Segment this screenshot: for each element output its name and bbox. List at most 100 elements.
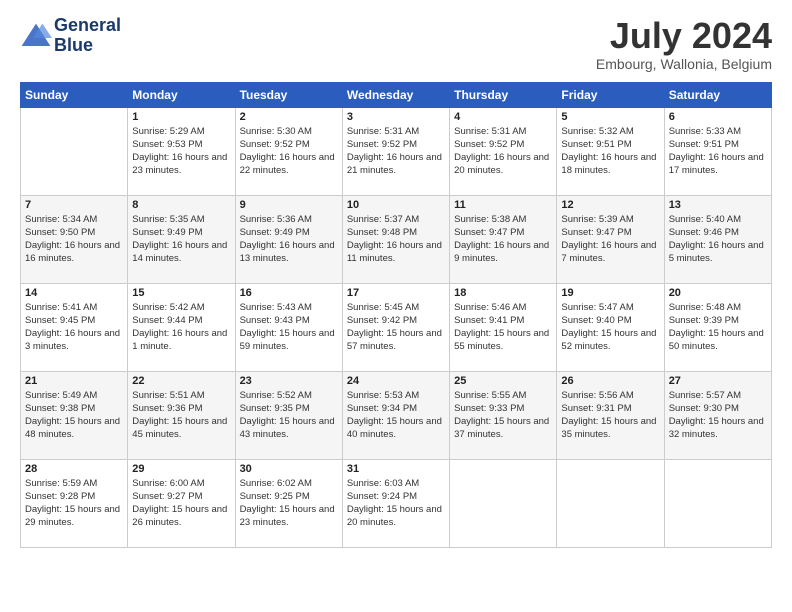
col-monday: Monday <box>128 82 235 107</box>
table-row: 6 Sunrise: 5:33 AMSunset: 9:51 PMDayligh… <box>664 107 771 195</box>
location: Embourg, Wallonia, Belgium <box>596 56 772 72</box>
table-row: 11 Sunrise: 5:38 AMSunset: 9:47 PMDaylig… <box>450 195 557 283</box>
calendar-header-row: Sunday Monday Tuesday Wednesday Thursday… <box>21 82 772 107</box>
table-row: 15 Sunrise: 5:42 AMSunset: 9:44 PMDaylig… <box>128 283 235 371</box>
day-number: 17 <box>347 287 445 299</box>
table-row: 1 Sunrise: 5:29 AMSunset: 9:53 PMDayligh… <box>128 107 235 195</box>
day-info: Sunrise: 5:57 AMSunset: 9:30 PMDaylight:… <box>669 390 764 441</box>
day-info: Sunrise: 5:38 AMSunset: 9:47 PMDaylight:… <box>454 214 549 265</box>
table-row <box>664 459 771 547</box>
day-info: Sunrise: 5:32 AMSunset: 9:51 PMDaylight:… <box>561 126 656 177</box>
day-info: Sunrise: 5:41 AMSunset: 9:45 PMDaylight:… <box>25 302 120 353</box>
month-title: July 2024 <box>596 16 772 56</box>
day-number: 12 <box>561 199 659 211</box>
page-container: General Blue July 2024 Embourg, Wallonia… <box>0 0 792 558</box>
day-info: Sunrise: 5:39 AMSunset: 9:47 PMDaylight:… <box>561 214 656 265</box>
col-thursday: Thursday <box>450 82 557 107</box>
day-number: 16 <box>240 287 338 299</box>
calendar-week-row: 14 Sunrise: 5:41 AMSunset: 9:45 PMDaylig… <box>21 283 772 371</box>
day-number: 2 <box>240 111 338 123</box>
day-number: 10 <box>347 199 445 211</box>
logo: General Blue <box>20 16 121 56</box>
day-number: 20 <box>669 287 767 299</box>
day-number: 5 <box>561 111 659 123</box>
logo-icon <box>20 22 52 50</box>
day-info: Sunrise: 5:56 AMSunset: 9:31 PMDaylight:… <box>561 390 656 441</box>
table-row: 14 Sunrise: 5:41 AMSunset: 9:45 PMDaylig… <box>21 283 128 371</box>
day-info: Sunrise: 6:03 AMSunset: 9:24 PMDaylight:… <box>347 478 442 529</box>
table-row: 4 Sunrise: 5:31 AMSunset: 9:52 PMDayligh… <box>450 107 557 195</box>
table-row: 17 Sunrise: 5:45 AMSunset: 9:42 PMDaylig… <box>342 283 449 371</box>
calendar-week-row: 21 Sunrise: 5:49 AMSunset: 9:38 PMDaylig… <box>21 371 772 459</box>
day-number: 26 <box>561 375 659 387</box>
table-row <box>21 107 128 195</box>
day-info: Sunrise: 5:42 AMSunset: 9:44 PMDaylight:… <box>132 302 227 353</box>
day-info: Sunrise: 5:40 AMSunset: 9:46 PMDaylight:… <box>669 214 764 265</box>
day-info: Sunrise: 5:49 AMSunset: 9:38 PMDaylight:… <box>25 390 120 441</box>
table-row: 25 Sunrise: 5:55 AMSunset: 9:33 PMDaylig… <box>450 371 557 459</box>
day-number: 7 <box>25 199 123 211</box>
header-area: General Blue July 2024 Embourg, Wallonia… <box>20 16 772 72</box>
calendar-table: Sunday Monday Tuesday Wednesday Thursday… <box>20 82 772 548</box>
day-number: 1 <box>132 111 230 123</box>
col-friday: Friday <box>557 82 664 107</box>
day-info: Sunrise: 5:35 AMSunset: 9:49 PMDaylight:… <box>132 214 227 265</box>
table-row: 16 Sunrise: 5:43 AMSunset: 9:43 PMDaylig… <box>235 283 342 371</box>
table-row: 23 Sunrise: 5:52 AMSunset: 9:35 PMDaylig… <box>235 371 342 459</box>
day-number: 30 <box>240 463 338 475</box>
day-info: Sunrise: 5:30 AMSunset: 9:52 PMDaylight:… <box>240 126 335 177</box>
day-info: Sunrise: 5:43 AMSunset: 9:43 PMDaylight:… <box>240 302 335 353</box>
title-area: July 2024 Embourg, Wallonia, Belgium <box>596 16 772 72</box>
col-wednesday: Wednesday <box>342 82 449 107</box>
day-info: Sunrise: 5:53 AMSunset: 9:34 PMDaylight:… <box>347 390 442 441</box>
table-row: 5 Sunrise: 5:32 AMSunset: 9:51 PMDayligh… <box>557 107 664 195</box>
day-number: 19 <box>561 287 659 299</box>
day-info: Sunrise: 5:34 AMSunset: 9:50 PMDaylight:… <box>25 214 120 265</box>
table-row: 3 Sunrise: 5:31 AMSunset: 9:52 PMDayligh… <box>342 107 449 195</box>
day-number: 18 <box>454 287 552 299</box>
day-info: Sunrise: 5:31 AMSunset: 9:52 PMDaylight:… <box>347 126 442 177</box>
col-tuesday: Tuesday <box>235 82 342 107</box>
day-number: 6 <box>669 111 767 123</box>
day-number: 8 <box>132 199 230 211</box>
table-row: 26 Sunrise: 5:56 AMSunset: 9:31 PMDaylig… <box>557 371 664 459</box>
logo-text: General Blue <box>54 16 121 56</box>
day-number: 4 <box>454 111 552 123</box>
table-row: 29 Sunrise: 6:00 AMSunset: 9:27 PMDaylig… <box>128 459 235 547</box>
table-row: 19 Sunrise: 5:47 AMSunset: 9:40 PMDaylig… <box>557 283 664 371</box>
table-row: 8 Sunrise: 5:35 AMSunset: 9:49 PMDayligh… <box>128 195 235 283</box>
day-info: Sunrise: 5:31 AMSunset: 9:52 PMDaylight:… <box>454 126 549 177</box>
table-row: 18 Sunrise: 5:46 AMSunset: 9:41 PMDaylig… <box>450 283 557 371</box>
col-sunday: Sunday <box>21 82 128 107</box>
day-number: 28 <box>25 463 123 475</box>
day-number: 22 <box>132 375 230 387</box>
table-row: 22 Sunrise: 5:51 AMSunset: 9:36 PMDaylig… <box>128 371 235 459</box>
day-number: 21 <box>25 375 123 387</box>
calendar-week-row: 28 Sunrise: 5:59 AMSunset: 9:28 PMDaylig… <box>21 459 772 547</box>
day-number: 29 <box>132 463 230 475</box>
table-row: 28 Sunrise: 5:59 AMSunset: 9:28 PMDaylig… <box>21 459 128 547</box>
day-number: 27 <box>669 375 767 387</box>
day-info: Sunrise: 5:33 AMSunset: 9:51 PMDaylight:… <box>669 126 764 177</box>
table-row: 24 Sunrise: 5:53 AMSunset: 9:34 PMDaylig… <box>342 371 449 459</box>
day-number: 11 <box>454 199 552 211</box>
day-info: Sunrise: 5:51 AMSunset: 9:36 PMDaylight:… <box>132 390 227 441</box>
table-row: 9 Sunrise: 5:36 AMSunset: 9:49 PMDayligh… <box>235 195 342 283</box>
table-row: 7 Sunrise: 5:34 AMSunset: 9:50 PMDayligh… <box>21 195 128 283</box>
day-number: 3 <box>347 111 445 123</box>
day-number: 15 <box>132 287 230 299</box>
day-info: Sunrise: 6:00 AMSunset: 9:27 PMDaylight:… <box>132 478 227 529</box>
day-info: Sunrise: 5:48 AMSunset: 9:39 PMDaylight:… <box>669 302 764 353</box>
day-info: Sunrise: 5:37 AMSunset: 9:48 PMDaylight:… <box>347 214 442 265</box>
day-number: 9 <box>240 199 338 211</box>
day-number: 25 <box>454 375 552 387</box>
day-info: Sunrise: 5:45 AMSunset: 9:42 PMDaylight:… <box>347 302 442 353</box>
calendar-week-row: 7 Sunrise: 5:34 AMSunset: 9:50 PMDayligh… <box>21 195 772 283</box>
table-row: 30 Sunrise: 6:02 AMSunset: 9:25 PMDaylig… <box>235 459 342 547</box>
day-info: Sunrise: 5:55 AMSunset: 9:33 PMDaylight:… <box>454 390 549 441</box>
col-saturday: Saturday <box>664 82 771 107</box>
day-number: 23 <box>240 375 338 387</box>
day-info: Sunrise: 5:46 AMSunset: 9:41 PMDaylight:… <box>454 302 549 353</box>
day-number: 14 <box>25 287 123 299</box>
table-row: 13 Sunrise: 5:40 AMSunset: 9:46 PMDaylig… <box>664 195 771 283</box>
